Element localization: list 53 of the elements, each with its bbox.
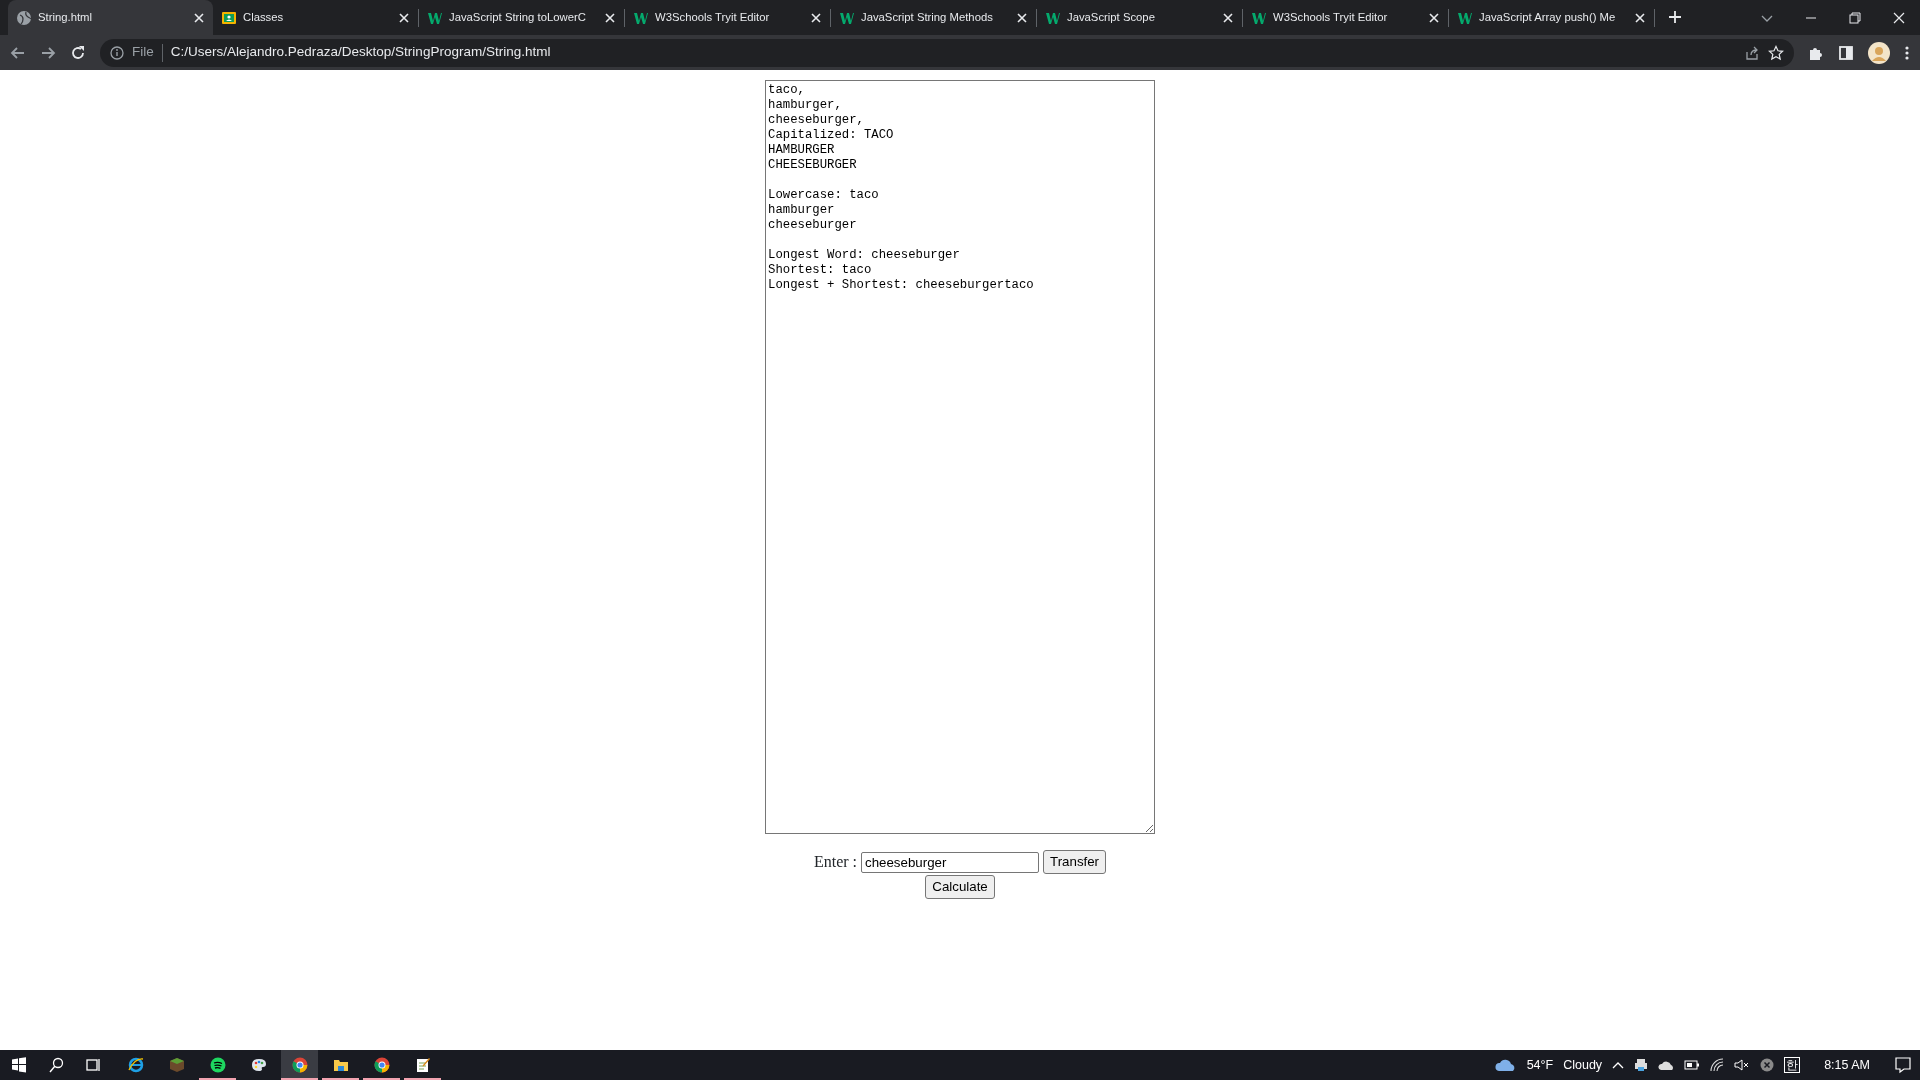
close-icon[interactable]	[1892, 10, 1906, 25]
transfer-button[interactable]: Transfer	[1043, 850, 1107, 874]
grass-block-icon	[168, 1057, 185, 1073]
chrome-icon	[373, 1057, 390, 1073]
enter-label: Enter :	[813, 852, 858, 872]
globe-icon	[16, 9, 32, 26]
spotify-icon	[209, 1057, 226, 1073]
browser-tab[interactable]: JavaScript String toLowerC	[419, 0, 624, 35]
text-input-field[interactable]: cheeseburger	[861, 851, 1040, 873]
notepad-icon	[414, 1057, 431, 1073]
error-circle-icon[interactable]	[1760, 1058, 1775, 1072]
calculate-button[interactable]: Calculate	[925, 875, 995, 899]
chrome-icon	[291, 1057, 308, 1073]
browser-e-icon	[127, 1057, 144, 1073]
more-menu-icon[interactable]	[1904, 44, 1910, 61]
paint-palette-icon	[250, 1057, 267, 1073]
task-view-icon[interactable]	[84, 1057, 101, 1073]
browser-tab[interactable]: JavaScript Scope	[1037, 0, 1242, 35]
browser-tab[interactable]: W3Schools Tryit Editor	[1243, 0, 1448, 35]
windows-start-icon[interactable]	[10, 1057, 27, 1073]
info-icon	[110, 45, 124, 60]
browser-tab[interactable]: JavaScript Array push() Me	[1449, 0, 1654, 35]
browser-tab[interactable]: Classes	[213, 0, 418, 35]
classroom-icon	[221, 9, 237, 26]
url-text[interactable]: C:/Users/Alejandro.Pedraza/Desktop/StringProgram/String.html	[170, 42, 551, 63]
output-text-area[interactable]: taco, hamburger, cheeseburger, Capitalized: TACO HAMBURGER CHEESEBURGER Lowercase: taco hamburger cheeseburger Longest Word: cheeseburger Shortest: taco Longest + Shortest: cheeseburgertaco	[765, 80, 1155, 834]
input-method-indicator[interactable]: 한	[1784, 1057, 1801, 1073]
reload-icon[interactable]	[70, 44, 86, 61]
star-icon[interactable]	[1768, 44, 1784, 61]
share-icon[interactable]	[1744, 44, 1760, 61]
browser-tab[interactable]: JavaScript String Methods	[831, 0, 1036, 35]
cloud-icon	[1494, 1058, 1517, 1072]
clock-time[interactable]: 8:15 AM	[1824, 1055, 1870, 1075]
restore-icon[interactable]	[1848, 10, 1862, 25]
avatar-icon[interactable]	[1868, 41, 1890, 64]
search-icon[interactable]	[47, 1057, 64, 1073]
notification-icon[interactable]	[1894, 1056, 1912, 1074]
temperature-text: 54°F	[1526, 1056, 1554, 1074]
wifi-icon[interactable]	[1710, 1058, 1725, 1072]
weather-text: Cloudy	[1563, 1056, 1603, 1074]
speaker-muted-icon[interactable]	[1734, 1058, 1751, 1072]
cloud-icon[interactable]	[1658, 1059, 1675, 1071]
browser-tab[interactable]: W3Schools Tryit Editor	[625, 0, 830, 35]
scheme-label: File	[132, 43, 154, 62]
battery-icon[interactable]	[1684, 1059, 1701, 1071]
browser-tab[interactable]: String.html	[8, 0, 213, 35]
taskbar-app-button[interactable]	[281, 1050, 318, 1080]
printer-icon[interactable]	[1634, 1058, 1649, 1072]
side-panel-icon[interactable]	[1838, 44, 1854, 61]
back-arrow-icon[interactable]	[10, 44, 26, 61]
folder-icon	[332, 1057, 349, 1073]
new-tab-icon[interactable]	[1667, 9, 1683, 25]
forward-arrow-icon[interactable]	[40, 44, 56, 61]
